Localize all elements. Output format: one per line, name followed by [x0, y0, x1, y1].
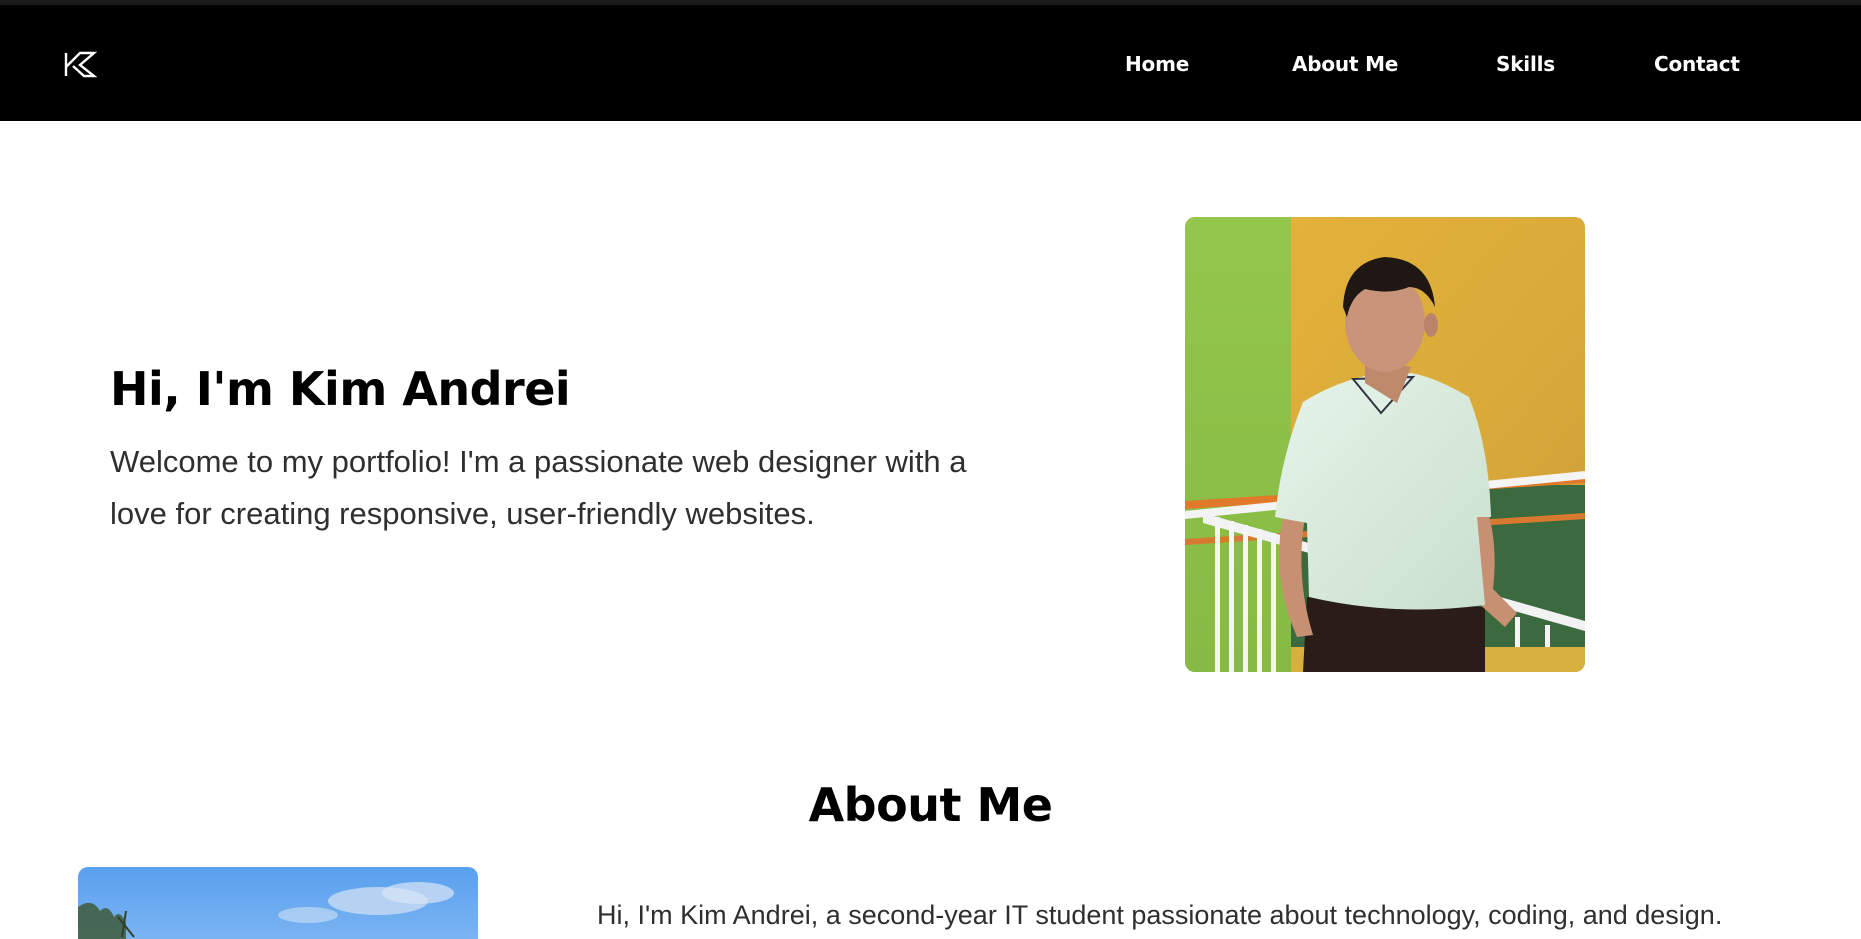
about-photo-image [78, 867, 478, 939]
logo-icon[interactable] [63, 49, 97, 79]
about-intro-text: Hi, I'm Kim Andrei, a second-year IT stu… [597, 900, 1723, 930]
navbar: Home About Me Skills Contact [0, 5, 1861, 121]
nav-home-link[interactable]: Home [1125, 52, 1189, 76]
profile-photo-image [1185, 217, 1585, 672]
about-photo [78, 867, 478, 939]
nav-about-link[interactable]: About Me [1292, 52, 1398, 76]
nav-contact-link[interactable]: Contact [1654, 52, 1740, 76]
nav-skills-link[interactable]: Skills [1496, 52, 1555, 76]
hero-profile-photo [1185, 217, 1585, 672]
hero-intro-text: Welcome to my portfolio! I'm a passionat… [110, 444, 967, 531]
about-section-title: About Me [808, 778, 1053, 832]
hero-title: Hi, I'm Kim Andrei [110, 362, 571, 416]
